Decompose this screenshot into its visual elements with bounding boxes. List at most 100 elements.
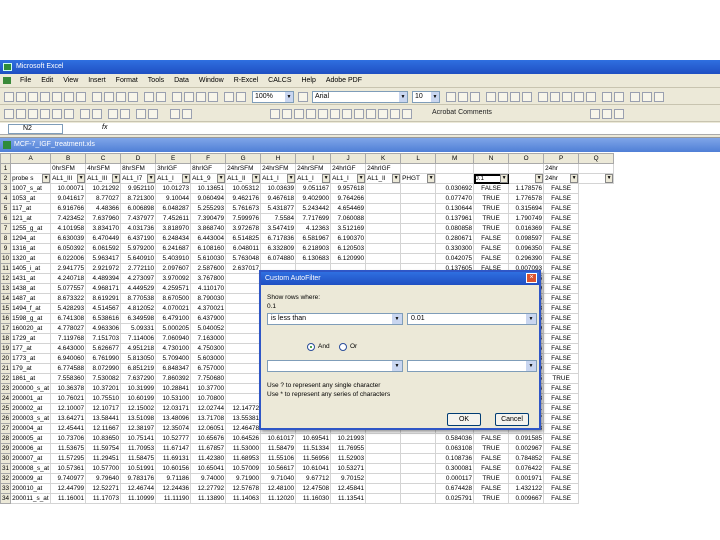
value-cell[interactable]: 6.022006 <box>50 253 87 264</box>
column-header-K[interactable]: K <box>365 153 402 164</box>
header-cell[interactable]: ▼ <box>508 173 545 184</box>
underline-icon[interactable] <box>470 92 480 102</box>
row-header[interactable]: 27 <box>0 423 12 434</box>
row-header[interactable]: 21 <box>0 363 12 374</box>
cell[interactable]: 24hr <box>543 163 580 174</box>
value-cell[interactable]: 10.03639 <box>260 183 297 194</box>
row-header[interactable]: 34 <box>0 493 12 504</box>
header-cell[interactable]: AL1_I ▼ <box>260 173 297 184</box>
value-cell[interactable]: 9.957618 <box>330 183 367 194</box>
value-cell[interactable]: 12.47508 <box>295 483 332 494</box>
group-icon[interactable] <box>108 109 118 119</box>
review-icon[interactable] <box>170 109 180 119</box>
pvalue-cell[interactable]: 0.042075 <box>435 253 475 264</box>
probe-id-cell[interactable]: 200007_at <box>10 453 52 464</box>
row-header[interactable]: 19 <box>0 343 12 354</box>
value-cell[interactable]: 6.437190 <box>120 233 157 244</box>
value-cell[interactable]: 12.06051 <box>190 423 227 434</box>
menu-window[interactable]: Window <box>195 74 228 88</box>
value-cell[interactable]: 7.860392 <box>155 373 192 384</box>
value-cell[interactable]: 9.060494 <box>190 193 227 204</box>
flag-cell[interactable]: FALSE <box>543 253 580 264</box>
row-header[interactable]: 2 <box>0 173 12 184</box>
menu-format[interactable]: Format <box>112 74 142 88</box>
flag-cell[interactable]: FALSE <box>473 243 510 254</box>
value-cell[interactable]: 9.740977 <box>50 473 87 484</box>
value-cell[interactable]: 4.750300 <box>190 343 227 354</box>
value-cell[interactable]: 3.547419 <box>260 223 297 234</box>
cell[interactable] <box>400 243 437 254</box>
currency-icon[interactable] <box>538 92 548 102</box>
value-cell[interactable]: 10.37700 <box>190 383 227 394</box>
row-header[interactable]: 33 <box>0 483 12 494</box>
row-header[interactable]: 14 <box>0 293 12 304</box>
cell[interactable] <box>365 493 402 504</box>
comma-icon[interactable] <box>562 92 572 102</box>
flag-cell[interactable]: FALSE <box>543 313 580 324</box>
redo-icon[interactable] <box>156 92 166 102</box>
column-header-Q[interactable]: Q <box>578 153 615 164</box>
value-cell[interactable]: 4.259571 <box>155 283 192 294</box>
cell[interactable] <box>400 193 437 204</box>
probe-id-cell[interactable]: 1405_i_at <box>10 263 52 274</box>
row-header[interactable]: 32 <box>0 473 12 484</box>
value-cell[interactable]: 13.71708 <box>190 413 227 424</box>
zoom-select[interactable]: 100% ▼ <box>252 91 294 103</box>
value-cell[interactable]: 6.717836 <box>260 233 297 244</box>
value-cell[interactable] <box>225 373 262 384</box>
column-header-F[interactable]: F <box>190 153 227 164</box>
value-cell[interactable]: 6.120990 <box>330 253 367 264</box>
value-cell[interactable]: 7.390479 <box>190 213 227 224</box>
value-cell[interactable]: 5.761673 <box>225 203 262 214</box>
value-cell[interactable]: 7.119768 <box>50 333 87 344</box>
cell[interactable]: 8hrSFM <box>120 163 157 174</box>
cell[interactable] <box>365 483 402 494</box>
end-review-icon[interactable] <box>402 109 412 119</box>
open-icon[interactable] <box>16 92 26 102</box>
close-icon[interactable]: × <box>526 273 537 283</box>
probe-id-cell[interactable]: 200008_s_at <box>10 463 52 474</box>
cell[interactable] <box>400 183 437 194</box>
value-cell[interactable]: 6.851219 <box>120 363 157 374</box>
value-cell[interactable]: 6.479100 <box>155 313 192 324</box>
value-cell[interactable]: 4.12363 <box>295 223 332 234</box>
value-cell[interactable]: 3.834170 <box>85 223 122 234</box>
value-cell[interactable]: 10.21993 <box>330 433 367 444</box>
value-cell[interactable]: 10.61017 <box>260 433 297 444</box>
row-header[interactable]: 12 <box>0 273 12 284</box>
flag-cell[interactable]: FALSE <box>543 453 580 464</box>
value-cell[interactable]: 8.673322 <box>50 293 87 304</box>
probe-id-cell[interactable]: 1598_g_at <box>10 313 52 324</box>
value-cell[interactable]: 6.741308 <box>50 313 87 324</box>
flag-cell[interactable]: FALSE <box>543 353 580 364</box>
value-cell[interactable]: 4.654469 <box>330 203 367 214</box>
value-cell[interactable]: 11.13541 <box>330 493 367 504</box>
value-cell[interactable]: 12.38197 <box>120 423 157 434</box>
row-header[interactable]: 30 <box>0 453 12 464</box>
autofilter-chevron-icon[interactable]: ▼ <box>217 174 225 183</box>
cell[interactable] <box>400 253 437 264</box>
hyperlink-icon[interactable] <box>172 92 182 102</box>
sort-desc-icon[interactable] <box>208 92 218 102</box>
value-cell[interactable]: 12.14772 <box>225 403 262 414</box>
column-header-J[interactable]: J <box>330 153 367 164</box>
value-cell[interactable]: 4.449529 <box>120 283 157 294</box>
value-cell[interactable]: 10.57009 <box>225 463 262 474</box>
row-header[interactable]: 23 <box>0 383 12 394</box>
value-cell[interactable]: 9.70152 <box>330 473 367 484</box>
pvalue-cell[interactable]: 0.130644 <box>435 203 475 214</box>
value-cell[interactable]: 12.27792 <box>190 483 227 494</box>
value-cell[interactable]: 13.64271 <box>50 413 87 424</box>
flag-cell[interactable]: FALSE <box>543 333 580 344</box>
pvalue-cell[interactable]: 0.080858 <box>435 223 475 234</box>
value-cell[interactable]: 6.130683 <box>295 253 332 264</box>
value-cell[interactable]: 4.968171 <box>85 283 122 294</box>
flag-cell[interactable]: TRUE <box>473 473 510 484</box>
header-cell[interactable] <box>435 173 475 184</box>
value-cell[interactable]: 5.403910 <box>155 253 192 264</box>
probe-id-cell[interactable]: 200010_at <box>10 483 52 494</box>
value-cell[interactable]: 6.074880 <box>260 253 297 264</box>
value-cell[interactable]: 10.36378 <box>50 383 87 394</box>
value-cell[interactable]: 4.240718 <box>50 273 87 284</box>
value-cell[interactable]: 6.470449 <box>85 233 122 244</box>
